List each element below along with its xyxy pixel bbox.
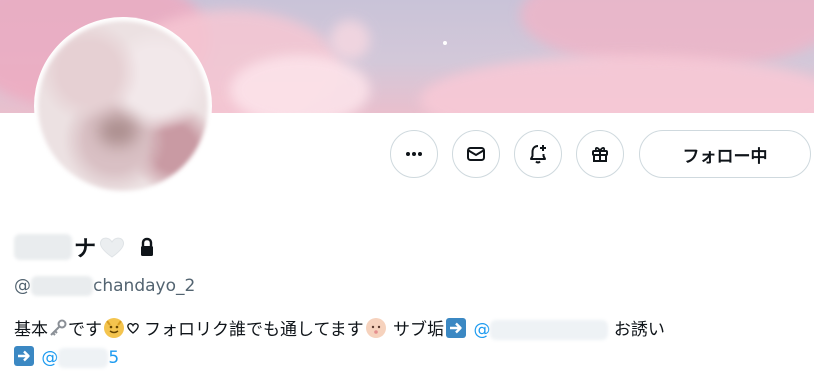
heart-icon	[99, 237, 125, 258]
mention-redacted	[490, 320, 609, 340]
bio-text: フォロリク誰でも通してます	[144, 320, 364, 340]
mention-prefix: @	[41, 348, 59, 368]
more-button[interactable]	[390, 130, 438, 178]
name-redacted	[14, 234, 72, 260]
bio-text: サブ垢	[387, 320, 445, 340]
handle-prefix: @	[14, 276, 31, 296]
banner-cloud	[230, 55, 370, 113]
lock-icon	[141, 237, 154, 256]
banner-cloud	[420, 55, 814, 113]
gift-icon	[592, 146, 608, 162]
bio-text: 基本	[14, 320, 48, 340]
right-arrow-icon	[446, 318, 467, 338]
profile-avatar[interactable]	[34, 17, 212, 195]
bio-mention-1[interactable]: @	[473, 320, 609, 340]
mail-icon	[467, 147, 485, 161]
smiling-imp-emoji-icon	[104, 318, 124, 338]
handle-suffix: chandayo_2	[93, 276, 196, 296]
mention-redacted	[58, 348, 109, 368]
key-icon	[50, 319, 67, 336]
message-button[interactable]	[452, 130, 500, 178]
display-name: ナ	[14, 229, 158, 265]
banner-star	[443, 41, 447, 45]
display-name-text: ナ	[74, 237, 97, 262]
bell-plus-icon	[530, 145, 546, 164]
following-button-label: フォロー中	[682, 146, 768, 167]
avatar-image-detail	[98, 116, 138, 146]
right-arrow-icon	[14, 346, 34, 366]
handle-redacted	[31, 276, 93, 296]
mention-prefix: @	[473, 320, 491, 340]
more-icon	[406, 152, 422, 156]
banner-cloud	[330, 20, 370, 60]
avatar-image	[38, 21, 208, 191]
baby-emoji-icon	[365, 318, 386, 338]
mention-suffix: 5	[108, 348, 120, 368]
bio-text: お誘い	[613, 320, 665, 340]
bio-text: です	[68, 320, 102, 340]
following-button[interactable]: フォロー中	[639, 130, 811, 178]
gift-button[interactable]	[576, 130, 624, 178]
user-handle: @ chandayo_2	[14, 274, 195, 298]
notify-button[interactable]	[514, 130, 562, 178]
profile-bio: 基本 です フォロリク誰でも通してます サブ垢 @ お誘い @5	[14, 316, 804, 372]
bio-mention-2[interactable]: @5	[41, 348, 119, 368]
small-heart-icon	[127, 322, 139, 334]
